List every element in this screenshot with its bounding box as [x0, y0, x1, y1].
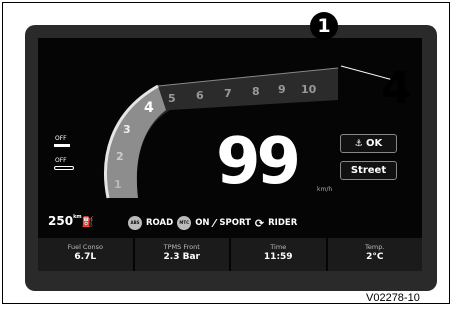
fuel-range: 250km⛽	[48, 214, 94, 228]
mtc-mode-label: ON	[195, 218, 210, 228]
fuel-range-value: 250	[48, 214, 74, 228]
rev-label-10: 10	[301, 83, 317, 96]
info-label: TPMS Front	[163, 243, 200, 251]
rev-label-2: 2	[116, 150, 124, 163]
fuel-pump-icon: ⛽	[81, 217, 95, 228]
rider-icon: ⟳	[254, 216, 265, 230]
abs-mode-label: ROAD	[146, 218, 174, 228]
figure-code: V02278-10	[366, 292, 420, 304]
info-value: 11:59	[263, 252, 293, 262]
ok-icon: ⚓	[354, 139, 366, 149]
engine-map-icon: ⁄	[213, 216, 216, 230]
rider-mode-label: RIDER	[268, 218, 298, 228]
rev-label-7: 7	[224, 87, 232, 100]
info-value: 6.7L	[74, 252, 97, 262]
abs-badge: ABS	[128, 216, 142, 230]
info-label: Time	[270, 243, 287, 251]
rev-label-3: 3	[123, 123, 131, 136]
rev-label-8: 8	[252, 85, 260, 98]
info-label: Temp.	[365, 243, 385, 251]
mtc-badge: MTC	[177, 216, 192, 230]
indicator-off-bottom: OFF	[55, 157, 67, 164]
dashboard-screen: 1 2 3 4 5 6 7 8 9 10 OFF OFF 99 km/h ⚓ O…	[38, 38, 422, 271]
info-label: Fuel Conso	[67, 243, 103, 251]
rev-label-5: 5	[168, 92, 176, 105]
info-value: 2°C	[366, 252, 384, 262]
indicator-bottom-icon	[54, 166, 74, 170]
speed-value: 99	[216, 125, 301, 199]
gear-indicator: 4	[381, 63, 412, 114]
rev-label-4: 4	[144, 100, 154, 116]
info-cell-fuel-consumption: Fuel Conso 6.7L	[38, 238, 135, 271]
engine-map-label: SPORT	[219, 218, 251, 228]
rev-label-1: 1	[114, 178, 122, 191]
info-bar: Fuel Conso 6.7L TPMS Front 2.3 Bar Time …	[38, 238, 422, 271]
rev-label-9: 9	[278, 83, 286, 96]
info-value: 2.3 Bar	[163, 252, 200, 262]
speed-unit: km/h	[317, 186, 333, 193]
info-cell-time: Time 11:59	[231, 238, 328, 271]
info-cell-temperature: Temp. 2°C	[327, 238, 422, 271]
indicator-top-icon	[54, 144, 70, 147]
rev-label-6: 6	[196, 89, 204, 102]
ok-button[interactable]: ⚓ OK	[340, 134, 397, 153]
info-cell-tpms-front: TPMS Front 2.3 Bar	[134, 238, 231, 271]
riding-modes: ABS ROAD MTC ON ⁄ SPORT ⟳ RIDER	[128, 216, 297, 230]
callout-marker: 1	[310, 12, 338, 40]
ok-label: OK	[365, 138, 383, 149]
ride-mode-button[interactable]: Street	[340, 161, 397, 180]
indicator-off-top: OFF	[55, 135, 67, 142]
fuel-range-unit: km	[73, 214, 82, 220]
